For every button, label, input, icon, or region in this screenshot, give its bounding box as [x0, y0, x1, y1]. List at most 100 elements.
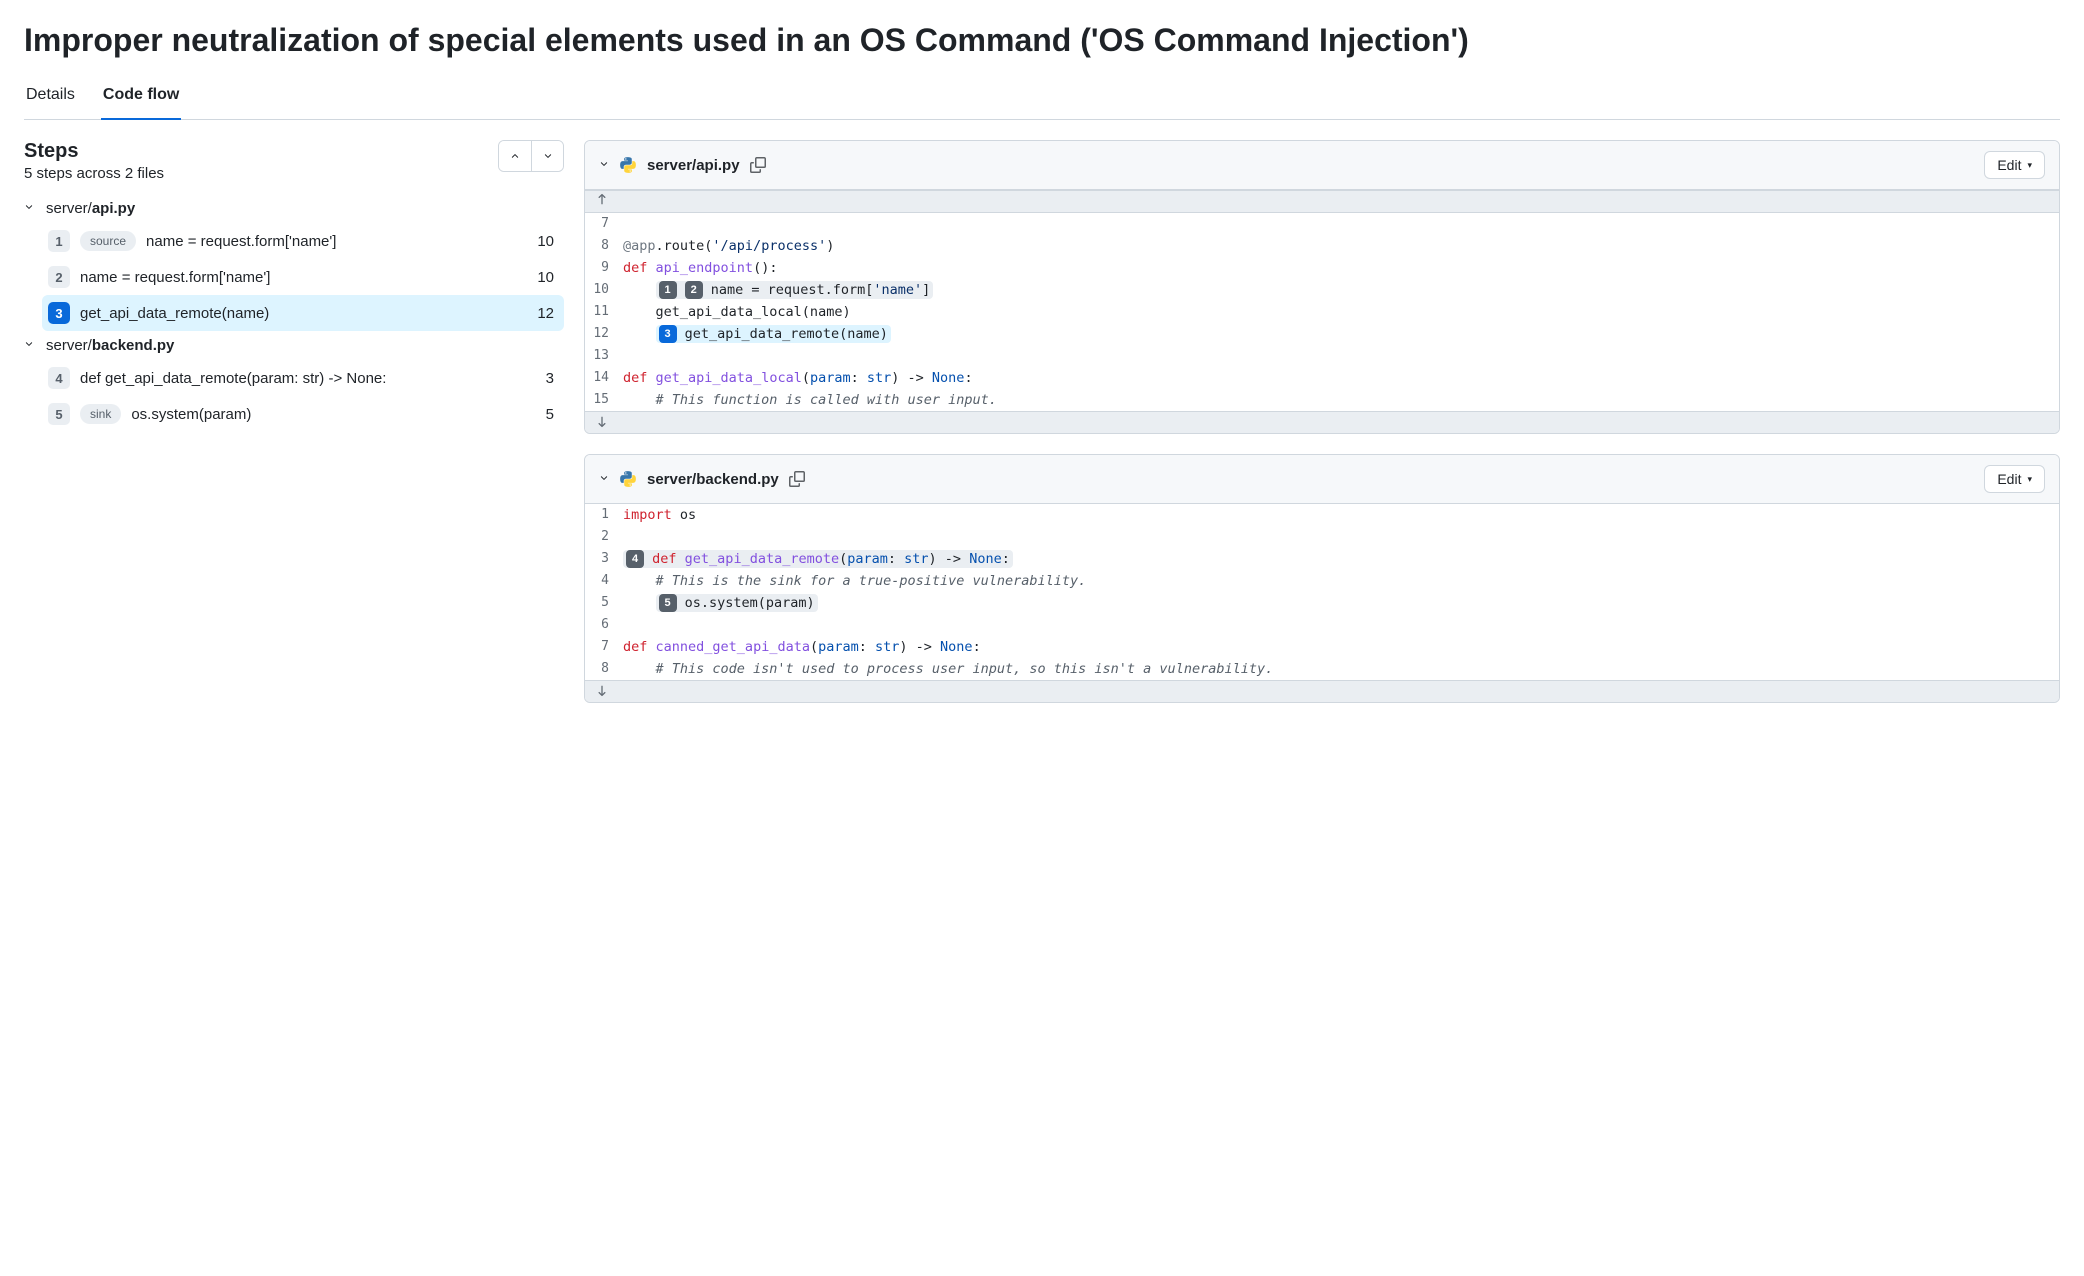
line-number: 8	[585, 658, 619, 680]
page-title: Improper neutralization of special eleme…	[24, 20, 2060, 60]
code-content[interactable]: 4 def get_api_data_remote(param: str) ->…	[619, 548, 2059, 570]
chevron-up-icon	[510, 151, 520, 161]
code-line: 12 3 get_api_data_remote(name)	[585, 323, 2059, 345]
code-content[interactable]: import os	[619, 504, 2059, 526]
code-content[interactable]	[619, 345, 2059, 367]
step-line-number: 3	[546, 370, 554, 387]
line-number: 3	[585, 548, 619, 570]
code-line: 6	[585, 614, 2059, 636]
code-content[interactable]: 3 get_api_data_remote(name)	[619, 323, 2059, 345]
code-line: 7def canned_get_api_data(param: str) -> …	[585, 636, 2059, 658]
chevron-down-icon: ▾	[2027, 474, 2032, 485]
chevron-down-icon	[24, 202, 38, 215]
line-number: 5	[585, 592, 619, 614]
step-line-number: 12	[537, 305, 554, 322]
line-number: 9	[585, 257, 619, 279]
code-content[interactable]: def get_api_data_local(param: str) -> No…	[619, 367, 2059, 389]
step-text: get_api_data_remote(name)	[80, 305, 527, 322]
code-line: 5 5 os.system(param)	[585, 592, 2059, 614]
step-text: def get_api_data_remote(param: str) -> N…	[80, 370, 536, 387]
chevron-down-icon[interactable]	[599, 159, 609, 172]
line-number: 14	[585, 367, 619, 389]
edit-button[interactable]: Edit▾	[1984, 465, 2045, 493]
code-line: 34 def get_api_data_remote(param: str) -…	[585, 548, 2059, 570]
file-card: server/api.py Edit▾ 78@app.route('/api/p…	[584, 140, 2060, 434]
step-number-badge: 4	[48, 367, 70, 389]
line-number: 2	[585, 526, 619, 548]
copy-icon[interactable]	[750, 157, 766, 173]
fold-down-icon	[595, 414, 609, 428]
tab-bar: Details Code flow	[24, 76, 2060, 120]
expand-down-bar[interactable]	[585, 680, 2059, 702]
code-body: 1import os234 def get_api_data_remote(pa…	[585, 504, 2059, 680]
code-line: 7	[585, 213, 2059, 235]
code-content[interactable]: @app.route('/api/process')	[619, 235, 2059, 257]
code-content[interactable]: 5 os.system(param)	[619, 592, 2059, 614]
fold-down-icon	[595, 683, 609, 697]
step-text: os.system(param)	[131, 406, 535, 423]
line-number: 1	[585, 504, 619, 526]
step-row[interactable]: 5sinkos.system(param)5	[42, 396, 564, 432]
step-line-number: 5	[546, 406, 554, 423]
step-row[interactable]: 4 def get_api_data_remote(param: str) -> …	[42, 360, 564, 396]
line-number: 10	[585, 279, 619, 301]
step-number-badge: 2	[48, 266, 70, 288]
code-line: 8@app.route('/api/process')	[585, 235, 2059, 257]
code-line: 9def api_endpoint():	[585, 257, 2059, 279]
expand-up-bar[interactable]	[585, 190, 2059, 213]
chevron-down-icon: ▾	[2027, 160, 2032, 171]
chevron-down-icon[interactable]	[599, 473, 609, 486]
step-number-badge: 3	[48, 302, 70, 324]
step-pill: source	[80, 231, 136, 251]
code-content[interactable]: # This is the sink for a true-positive v…	[619, 570, 2059, 592]
file-name: server/api.py	[647, 157, 740, 174]
code-line: 11 get_api_data_local(name)	[585, 301, 2059, 323]
line-number: 13	[585, 345, 619, 367]
edit-button[interactable]: Edit▾	[1984, 151, 2045, 179]
step-row[interactable]: 3 get_api_data_remote(name) 12	[42, 295, 564, 331]
code-content[interactable]	[619, 213, 2059, 235]
code-line: 2	[585, 526, 2059, 548]
fold-up-icon	[595, 193, 609, 207]
step-nav-arrows	[498, 140, 564, 172]
step-text: name = request.form['name']	[146, 233, 527, 250]
step-next-button[interactable]	[531, 141, 563, 171]
tab-code-flow[interactable]: Code flow	[101, 76, 181, 120]
line-number: 4	[585, 570, 619, 592]
code-line: 8 # This code isn't used to process user…	[585, 658, 2059, 680]
code-body: 78@app.route('/api/process')9def api_end…	[585, 213, 2059, 411]
code-content[interactable]: # This code isn't used to process user i…	[619, 658, 2059, 680]
step-row[interactable]: 2 name = request.form['name'] 10	[42, 259, 564, 295]
code-content[interactable]	[619, 526, 2059, 548]
code-content[interactable]: # This function is called with user inpu…	[619, 389, 2059, 411]
copy-icon[interactable]	[789, 471, 805, 487]
code-panel: server/api.py Edit▾ 78@app.route('/api/p…	[584, 140, 2060, 723]
step-number-badge: 1	[48, 230, 70, 252]
code-content[interactable]: def canned_get_api_data(param: str) -> N…	[619, 636, 2059, 658]
line-number: 7	[585, 213, 619, 235]
code-line: 15 # This function is called with user i…	[585, 389, 2059, 411]
python-file-icon	[619, 156, 637, 174]
code-content[interactable]: def api_endpoint():	[619, 257, 2059, 279]
tab-details[interactable]: Details	[24, 76, 77, 119]
code-content[interactable]: get_api_data_local(name)	[619, 301, 2059, 323]
chevron-down-icon	[543, 151, 553, 161]
step-prev-button[interactable]	[499, 141, 531, 171]
step-line-number: 10	[537, 269, 554, 286]
code-line: 14def get_api_data_local(param: str) -> …	[585, 367, 2059, 389]
step-file-header[interactable]: server/api.py	[24, 194, 564, 223]
code-line: 4 # This is the sink for a true-positive…	[585, 570, 2059, 592]
steps-panel: Steps 5 steps across 2 files server/api.…	[24, 140, 564, 723]
line-number: 11	[585, 301, 619, 323]
file-name: server/backend.py	[647, 471, 779, 488]
line-number: 12	[585, 323, 619, 345]
step-row[interactable]: 1sourcename = request.form['name']10	[42, 223, 564, 259]
code-content[interactable]: 1 2 name = request.form['name']	[619, 279, 2059, 301]
step-file-header[interactable]: server/backend.py	[24, 331, 564, 360]
line-number: 8	[585, 235, 619, 257]
expand-down-bar[interactable]	[585, 411, 2059, 433]
step-pill: sink	[80, 404, 121, 424]
code-content[interactable]	[619, 614, 2059, 636]
chevron-down-icon	[24, 339, 38, 352]
step-text: name = request.form['name']	[80, 269, 527, 286]
